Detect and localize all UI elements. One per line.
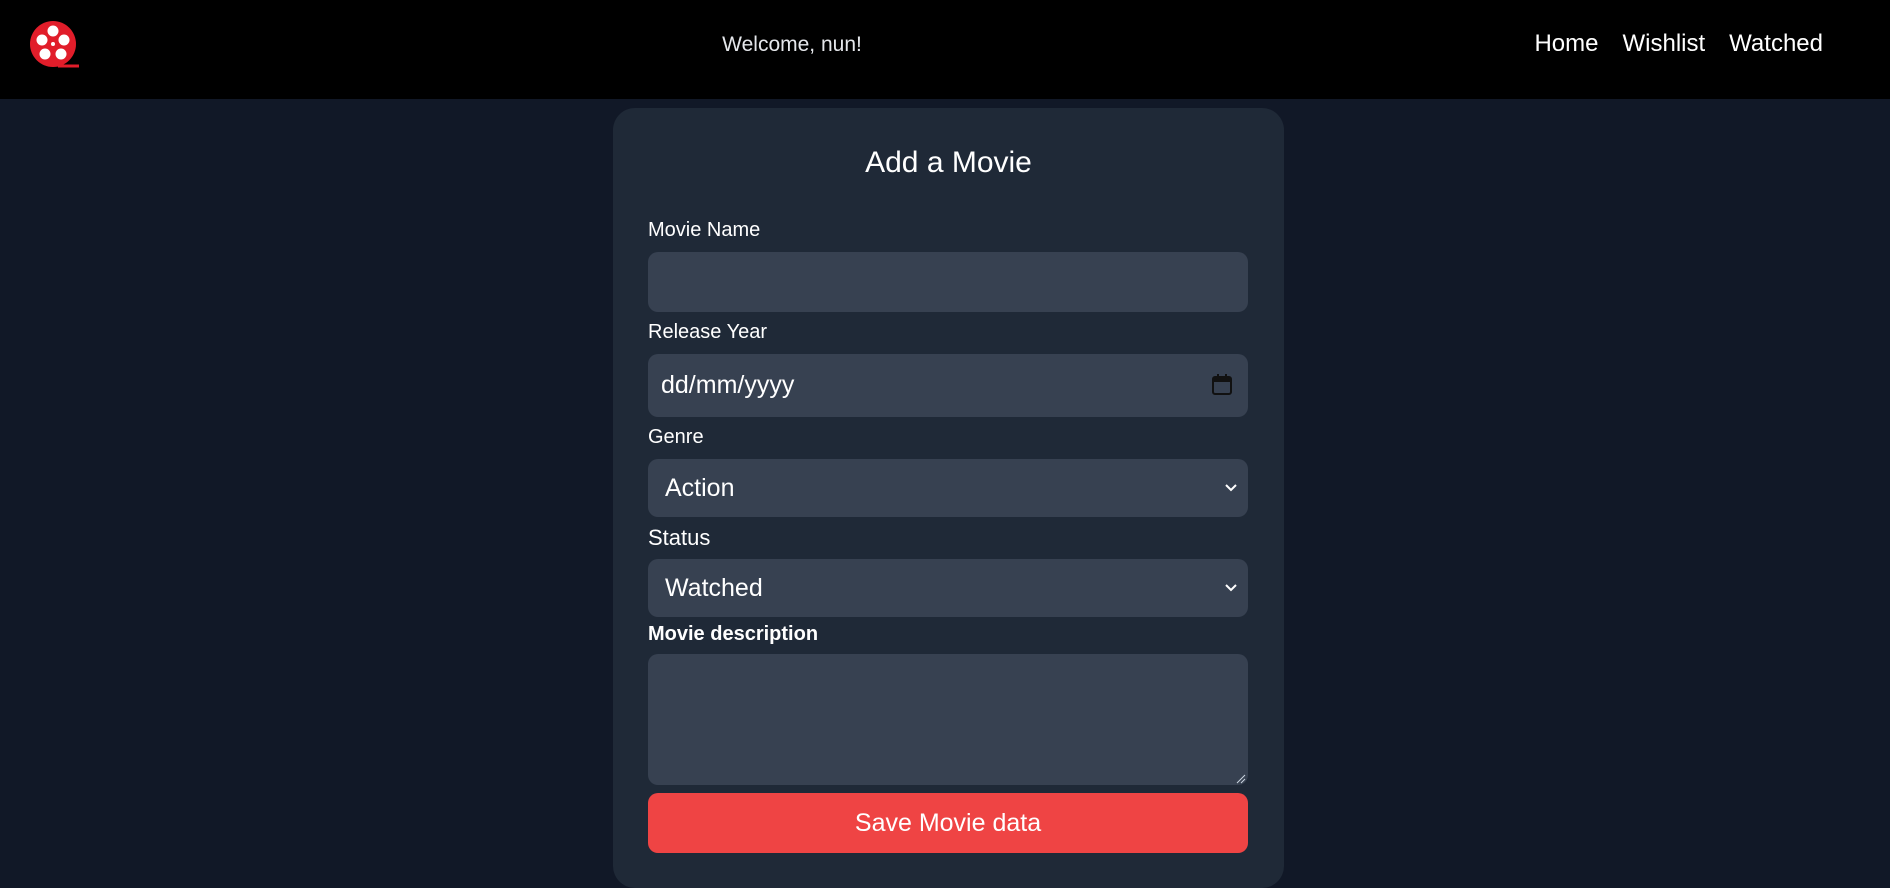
film-reel-icon[interactable] [28, 19, 80, 71]
movie-name-input[interactable] [648, 252, 1248, 312]
release-year-label: Release Year [648, 321, 767, 343]
nav-watched-link[interactable]: Watched [1729, 30, 1823, 58]
chevron-down-icon [1223, 580, 1239, 596]
form-title: Add a Movie [865, 146, 1032, 179]
genre-selected-value: Action [665, 474, 735, 502]
nav-wishlist-link[interactable]: Wishlist [1623, 30, 1706, 58]
release-year-input[interactable]: dd/mm/yyyy [648, 354, 1248, 417]
status-label: Status [648, 525, 711, 550]
resize-handle-icon[interactable] [1234, 771, 1246, 784]
calendar-icon[interactable] [1211, 374, 1233, 396]
status-select[interactable]: Watched [648, 559, 1248, 617]
genre-label: Genre [648, 426, 704, 448]
top-navbar: Welcome, nun! Home Wishlist Watched [0, 0, 1890, 99]
welcome-message: Welcome, nun! [722, 33, 862, 56]
movie-name-label: Movie Name [648, 219, 761, 241]
genre-select[interactable]: Action [648, 459, 1248, 517]
nav-home-link[interactable]: Home [1534, 30, 1598, 58]
chevron-down-icon [1223, 480, 1239, 496]
nav-links: Home Wishlist Watched [1534, 30, 1823, 58]
description-textarea[interactable] [648, 654, 1248, 785]
description-label: Movie description [648, 623, 819, 645]
status-selected-value: Watched [665, 574, 763, 602]
save-movie-button[interactable]: Save Movie data [648, 793, 1248, 853]
release-year-placeholder: dd/mm/yyyy [661, 371, 795, 399]
